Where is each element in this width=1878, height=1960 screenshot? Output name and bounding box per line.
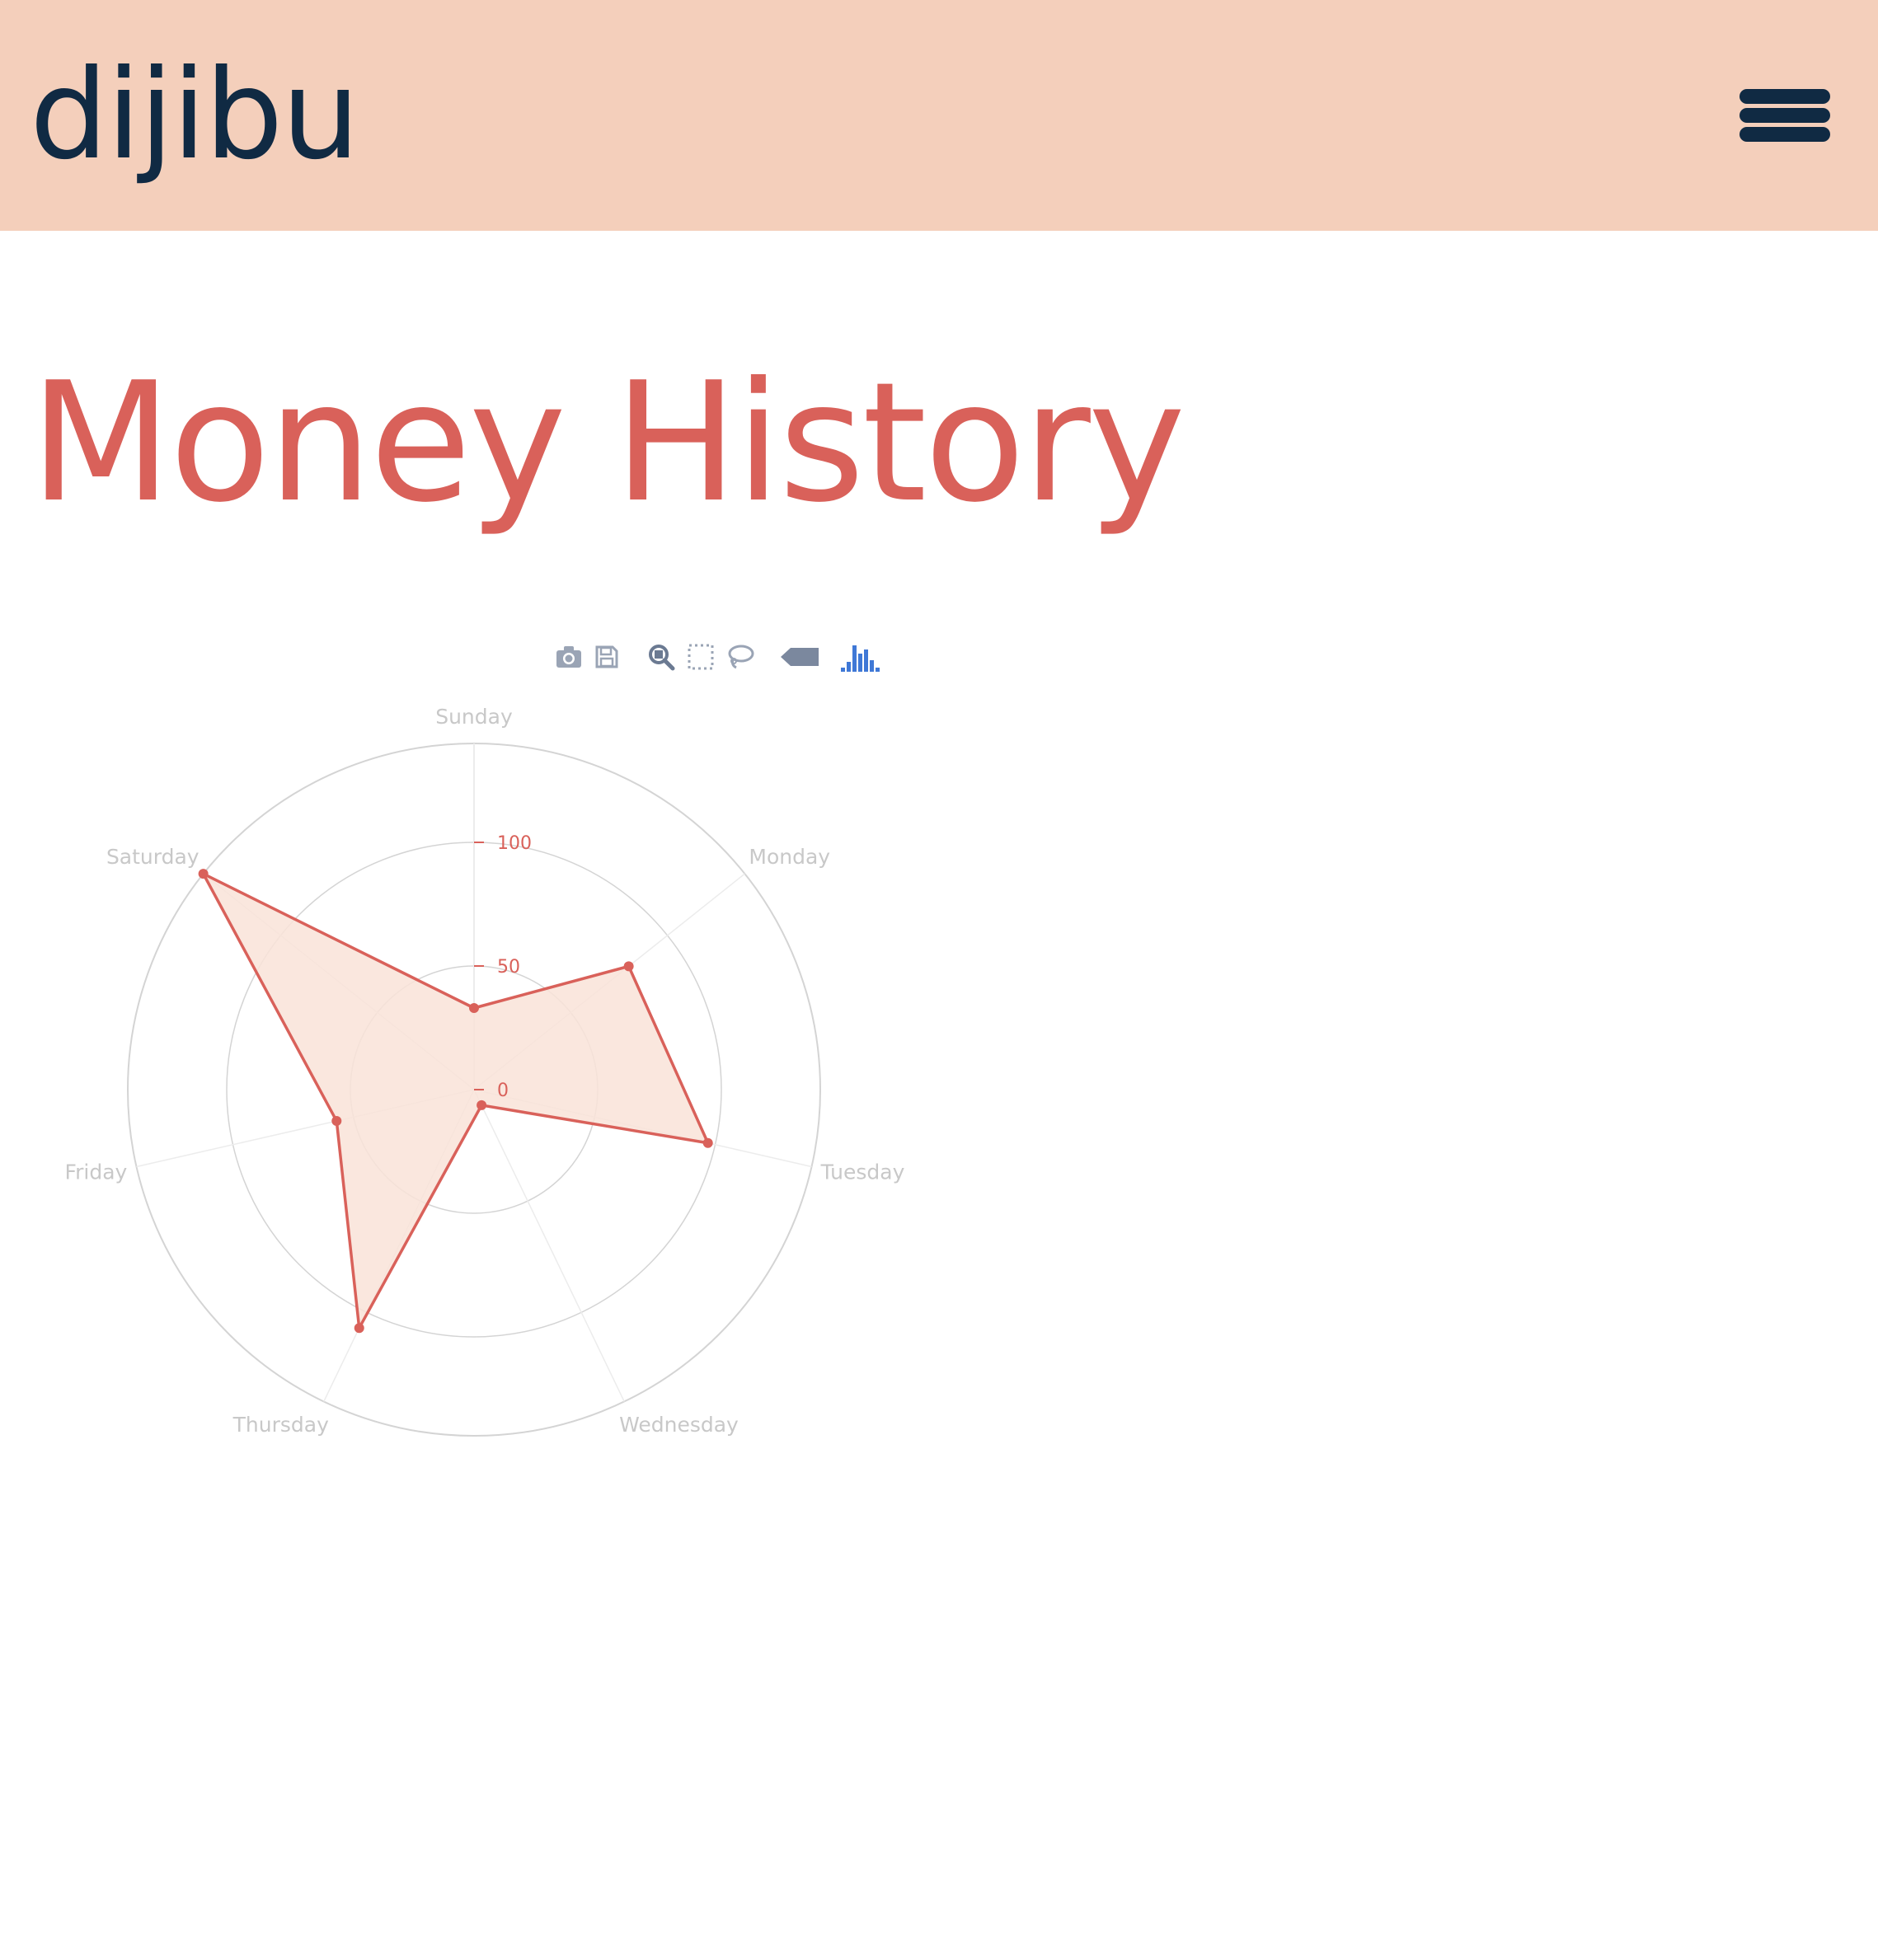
category-label: Monday <box>749 845 830 869</box>
category-label: Sunday <box>435 705 513 729</box>
radial-tick-label: 50 <box>497 957 520 978</box>
category-label: Friday <box>65 1161 128 1184</box>
data-point <box>702 1137 713 1148</box>
zoom-icon[interactable] <box>643 636 679 678</box>
menu-bar <box>1739 108 1830 123</box>
money-history-chart: 0 50 100 Sunday Monday Tuesday Wednesday Thursd… <box>0 692 948 1451</box>
data-point <box>477 1100 487 1110</box>
radial-tick-label: 0 <box>497 1081 509 1101</box>
top-header: dijibu <box>0 0 1878 231</box>
hamburger-menu-icon[interactable] <box>1731 82 1830 148</box>
data-point <box>331 1116 342 1127</box>
category-label: Wednesday <box>619 1413 739 1437</box>
plotly-logo-icon[interactable] <box>838 636 884 678</box>
category-label: Thursday <box>232 1413 329 1437</box>
data-area <box>201 872 710 1329</box>
app-logo[interactable]: dijibu <box>30 41 360 190</box>
category-label: Tuesday <box>820 1161 905 1184</box>
hover-closest-icon[interactable] <box>777 636 823 678</box>
data-point <box>198 869 209 879</box>
data-point <box>469 1003 479 1013</box>
menu-bar <box>1739 89 1830 104</box>
category-label: Saturday <box>106 845 200 869</box>
radar-series <box>198 869 713 1334</box>
data-point <box>623 961 634 972</box>
box-select-icon[interactable] <box>683 636 719 678</box>
lasso-select-icon[interactable] <box>722 636 758 678</box>
grid-spoke <box>473 1089 625 1402</box>
menu-bar <box>1739 127 1830 142</box>
camera-icon[interactable] <box>551 636 587 678</box>
page-title: Money History <box>30 347 1185 539</box>
save-icon[interactable] <box>589 636 625 678</box>
radial-tick-label: 100 <box>497 833 532 854</box>
data-point <box>354 1323 364 1334</box>
radar-chart-svg: 0 50 100 Sunday Monday Tuesday Wednesday Thursd… <box>65 705 905 1437</box>
